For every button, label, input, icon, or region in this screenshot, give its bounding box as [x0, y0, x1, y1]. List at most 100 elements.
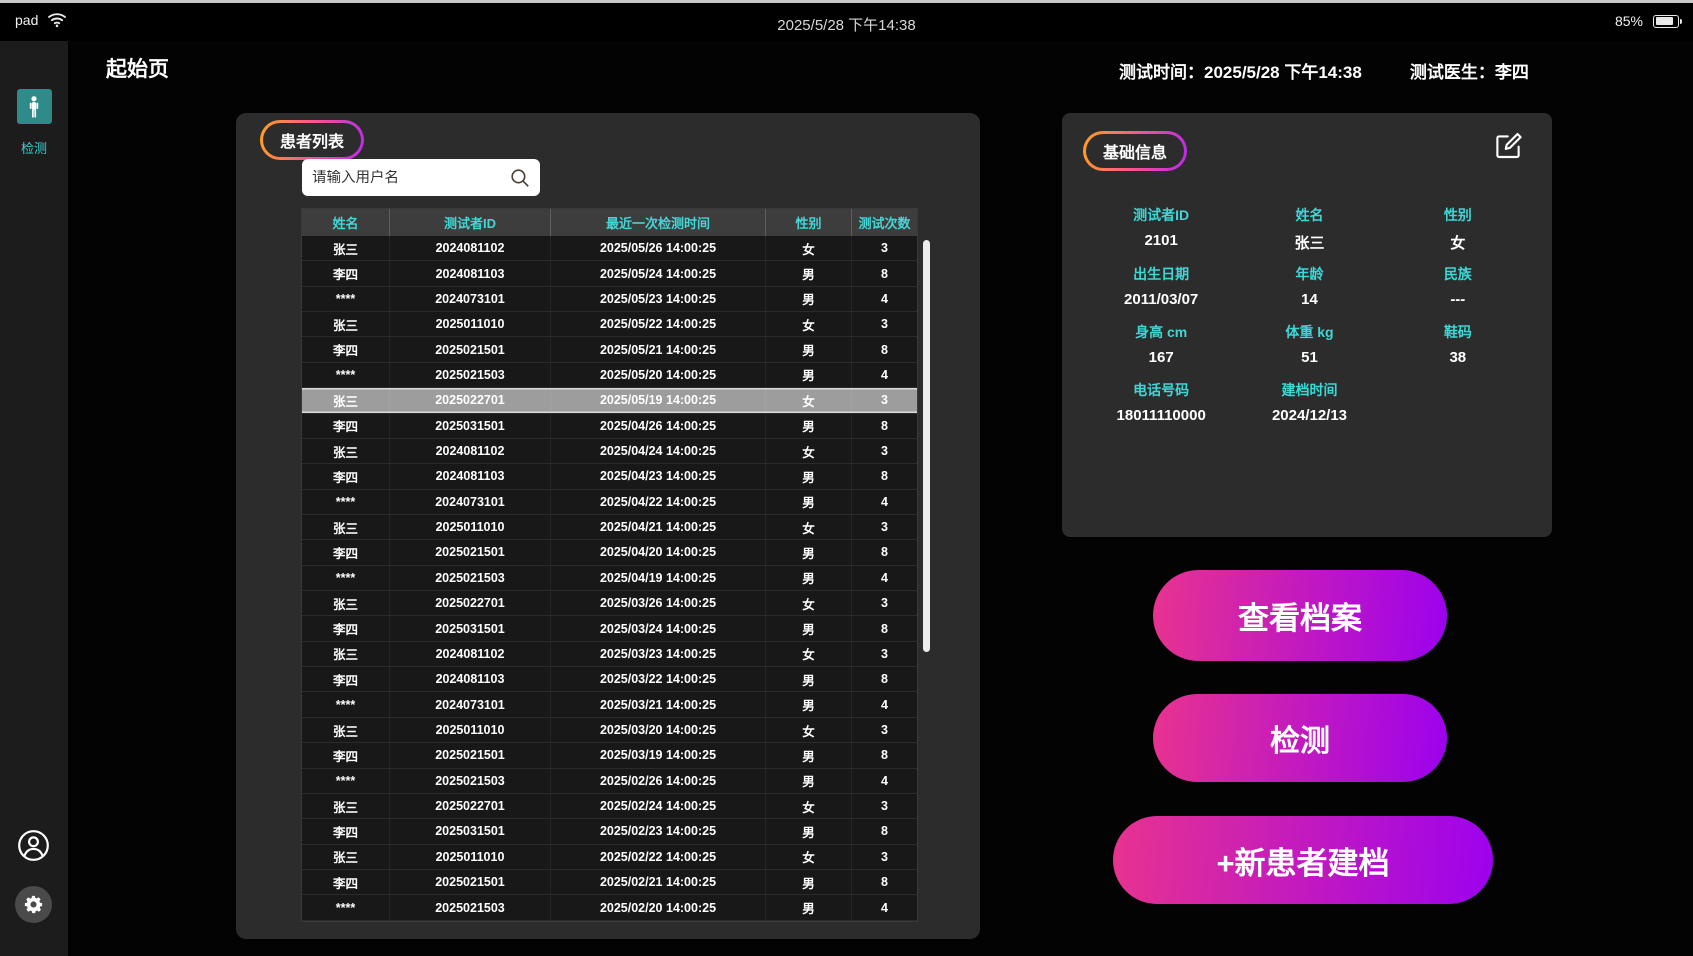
doctor-label: 测试医生：	[1410, 63, 1495, 82]
table-row[interactable]: 张三20250110102025/02/22 14:00:25女3	[302, 845, 917, 870]
table-cell: 2024081102	[390, 236, 551, 260]
search-box	[302, 159, 540, 196]
info-field: 鞋码38	[1384, 322, 1532, 369]
table-row[interactable]: ****20250215032025/04/19 14:00:25男4	[302, 566, 917, 591]
table-cell: 2025/03/26 14:00:25	[551, 591, 766, 615]
info-field-value: 51	[1301, 349, 1318, 366]
detect-button[interactable]: 检测	[1153, 694, 1447, 782]
person-body-icon	[17, 89, 52, 124]
table-cell: ****	[302, 769, 390, 793]
table-cell: 2025011010	[390, 845, 551, 869]
table-cell: 2025021501	[390, 870, 551, 894]
table-row[interactable]: 李四20240811032025/03/22 14:00:25男8	[302, 667, 917, 692]
table-cell: 女	[766, 312, 852, 336]
table-row[interactable]: 李四20250215012025/05/21 14:00:25男8	[302, 337, 917, 362]
table-cell: 女	[766, 236, 852, 260]
info-field-label: 年龄	[1295, 264, 1323, 284]
basic-info-panel: 基础信息 测试者ID2101姓名张三性别女出生日期2011/03/07年龄14民…	[1062, 113, 1552, 537]
patient-table: 姓名测试者ID最近一次检测时间性别测试次数 张三20240811022025/0…	[301, 208, 918, 922]
search-icon[interactable]	[509, 167, 531, 189]
table-cell: 女	[766, 718, 852, 742]
table-row[interactable]: 张三20250110102025/05/22 14:00:25女3	[302, 312, 917, 337]
table-row[interactable]: 张三20250110102025/04/21 14:00:25女3	[302, 515, 917, 540]
info-field: 身高 cm167	[1087, 322, 1235, 369]
table-cell: 3	[852, 312, 917, 336]
sidebar-item-detect[interactable]: 检测	[0, 89, 68, 157]
table-row[interactable]: ****20250215032025/02/20 14:00:25男4	[302, 895, 917, 920]
table-cell: 2025/05/22 14:00:25	[551, 312, 766, 336]
table-cell: 2025021501	[390, 540, 551, 564]
table-row[interactable]: 李四20250215012025/03/19 14:00:25男8	[302, 743, 917, 768]
table-cell: 8	[852, 616, 917, 640]
table-cell: 2025/04/20 14:00:25	[551, 540, 766, 564]
table-row[interactable]: ****20240731012025/05/23 14:00:25男4	[302, 287, 917, 312]
table-cell: 张三	[302, 642, 390, 666]
patient-table-body: 张三20240811022025/05/26 14:00:25女3李四20240…	[302, 236, 917, 921]
table-cell: 2025/04/24 14:00:25	[551, 439, 766, 463]
table-cell: 2025031501	[390, 616, 551, 640]
table-cell: 李四	[302, 540, 390, 564]
table-cell: 张三	[302, 591, 390, 615]
table-cell: 2025/02/22 14:00:25	[551, 845, 766, 869]
table-cell: 李四	[302, 337, 390, 361]
table-row[interactable]: 李四20240811032025/04/23 14:00:25男8	[302, 464, 917, 489]
table-cell: 2025/02/26 14:00:25	[551, 769, 766, 793]
table-cell: 男	[766, 769, 852, 793]
status-time: 2025/5/28 下午14:38	[0, 14, 1693, 35]
table-row[interactable]: 李四20250215012025/02/21 14:00:25男8	[302, 870, 917, 895]
settings-gear-icon[interactable]	[15, 886, 52, 923]
table-cell: 2025/05/20 14:00:25	[551, 363, 766, 387]
table-cell: 2025/02/20 14:00:25	[551, 895, 766, 919]
view-archive-button[interactable]: 查看档案	[1153, 570, 1447, 661]
table-cell: 8	[852, 337, 917, 361]
search-input[interactable]	[302, 170, 509, 186]
table-cell: 2025/03/23 14:00:25	[551, 642, 766, 666]
table-row[interactable]: ****20240731012025/04/22 14:00:25男4	[302, 490, 917, 515]
page-title: 起始页	[106, 53, 169, 83]
table-cell: 3	[852, 845, 917, 869]
info-field: 性别女	[1384, 205, 1532, 253]
table-row[interactable]: 李四20250215012025/04/20 14:00:25男8	[302, 540, 917, 565]
table-cell: 李四	[302, 819, 390, 843]
table-row[interactable]: 李四20250315012025/04/26 14:00:25男8	[302, 414, 917, 439]
table-cell: 2025021503	[390, 895, 551, 919]
table-row[interactable]: 张三20250110102025/03/20 14:00:25女3	[302, 718, 917, 743]
table-cell: 男	[766, 337, 852, 361]
table-row[interactable]: ****20250215032025/05/20 14:00:25男4	[302, 363, 917, 388]
table-row[interactable]: 张三20240811022025/04/24 14:00:25女3	[302, 439, 917, 464]
table-cell: 2025/03/21 14:00:25	[551, 692, 766, 716]
info-field-label: 出生日期	[1133, 264, 1189, 284]
table-cell: 张三	[302, 718, 390, 742]
info-field: 建档时间2024/12/13	[1235, 380, 1383, 427]
table-cell: 2024081102	[390, 642, 551, 666]
table-row[interactable]: 张三20250227012025/05/19 14:00:25女3	[302, 388, 917, 413]
table-row[interactable]: 张三20250227012025/03/26 14:00:25女3	[302, 591, 917, 616]
table-cell: 张三	[302, 388, 390, 412]
table-cell: 张三	[302, 794, 390, 818]
table-cell: 2025/02/23 14:00:25	[551, 819, 766, 843]
table-cell: 男	[766, 819, 852, 843]
table-cell: 4	[852, 692, 917, 716]
table-cell: 8	[852, 414, 917, 438]
basic-info-grid: 测试者ID2101姓名张三性别女出生日期2011/03/07年龄14民族---身…	[1087, 205, 1532, 427]
edit-icon[interactable]	[1492, 131, 1524, 163]
table-row[interactable]: 张三20240811022025/03/23 14:00:25女3	[302, 642, 917, 667]
table-cell: 4	[852, 769, 917, 793]
table-row[interactable]: ****20240731012025/03/21 14:00:25男4	[302, 692, 917, 717]
table-row[interactable]: 李四20240811032025/05/24 14:00:25男8	[302, 261, 917, 286]
table-row[interactable]: 张三20240811022025/05/26 14:00:25女3	[302, 236, 917, 261]
table-row[interactable]: 李四20250315012025/02/23 14:00:25男8	[302, 819, 917, 844]
table-row[interactable]: 李四20250315012025/03/24 14:00:25男8	[302, 616, 917, 641]
table-cell: 男	[766, 667, 852, 691]
table-cell: 2025/04/26 14:00:25	[551, 414, 766, 438]
table-row[interactable]: 张三20250227012025/02/24 14:00:25女3	[302, 794, 917, 819]
table-cell: 2025/02/24 14:00:25	[551, 794, 766, 818]
info-field: 姓名张三	[1235, 205, 1383, 253]
new-patient-button[interactable]: +新患者建档	[1113, 816, 1493, 904]
table-row[interactable]: ****20250215032025/02/26 14:00:25男4	[302, 769, 917, 794]
table-cell: 3	[852, 794, 917, 818]
table-cell: 男	[766, 540, 852, 564]
user-avatar-icon[interactable]	[17, 829, 50, 862]
table-scrollbar-thumb[interactable]	[923, 240, 930, 652]
table-cell: 女	[766, 794, 852, 818]
